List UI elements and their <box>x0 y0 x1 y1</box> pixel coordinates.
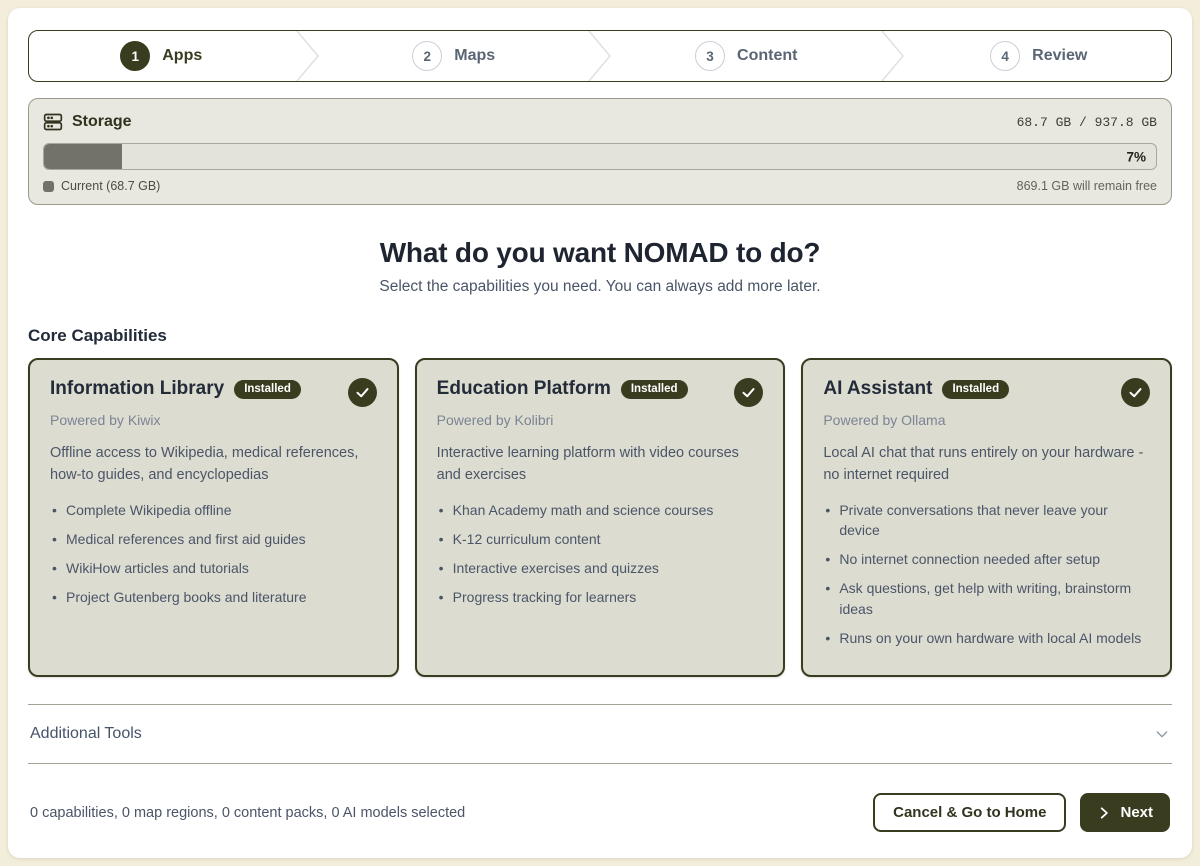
next-button-label: Next <box>1120 804 1153 821</box>
wizard-stepper: 1 Apps 2 Maps 3 Content 4 Review <box>28 30 1172 82</box>
storage-progress-bar: 7% <box>43 143 1157 170</box>
wizard-footer: 0 capabilities, 0 map regions, 0 content… <box>28 775 1172 842</box>
installed-badge: Installed <box>942 380 1009 399</box>
card-bullet: Private conversations that never leave y… <box>823 500 1150 541</box>
card-bullet: K-12 curriculum content <box>437 529 764 549</box>
step-content-number: 3 <box>695 41 725 71</box>
step-apps-number: 1 <box>120 41 150 71</box>
section-divider <box>28 763 1172 764</box>
card-ai-assistant[interactable]: AI Assistant Installed Powered by Ollama… <box>801 358 1172 677</box>
card-bullet: Runs on your own hardware with local AI … <box>823 628 1150 648</box>
check-icon <box>348 378 377 407</box>
setup-wizard-window: 1 Apps 2 Maps 3 Content 4 Review <box>8 8 1192 858</box>
step-content-label: Content <box>737 47 797 65</box>
selection-summary: 0 capabilities, 0 map regions, 0 content… <box>30 805 465 821</box>
card-title: Education Platform <box>437 378 611 400</box>
next-button[interactable]: Next <box>1080 793 1170 832</box>
cancel-button[interactable]: Cancel & Go to Home <box>873 793 1066 832</box>
storage-title: Storage <box>72 113 132 131</box>
storage-panel: Storage 68.7 GB / 937.8 GB 7% Current (6… <box>28 98 1172 205</box>
card-bullet: Medical references and first aid guides <box>50 529 377 549</box>
chevron-right-icon <box>1097 806 1111 820</box>
core-capabilities-heading: Core Capabilities <box>28 326 1172 346</box>
check-icon <box>1121 378 1150 407</box>
card-bullet: Khan Academy math and science courses <box>437 500 764 520</box>
cancel-button-label: Cancel & Go to Home <box>893 804 1046 821</box>
page-title: What do you want NOMAD to do? <box>28 237 1172 269</box>
installed-badge: Installed <box>234 380 301 399</box>
step-maps[interactable]: 2 Maps <box>322 31 587 81</box>
card-bullet: WikiHow articles and tutorials <box>50 558 377 578</box>
card-title: AI Assistant <box>823 378 932 400</box>
additional-tools-label: Additional Tools <box>30 725 142 743</box>
step-review-number: 4 <box>990 41 1020 71</box>
storage-remaining: 869.1 GB will remain free <box>1017 179 1157 193</box>
card-bullet: Interactive exercises and quizzes <box>437 558 764 578</box>
step-apps[interactable]: 1 Apps <box>29 31 294 81</box>
card-bullet: Ask questions, get help with writing, br… <box>823 578 1150 619</box>
legend-current-swatch <box>43 181 54 192</box>
card-description: Local AI chat that runs entirely on your… <box>823 443 1150 487</box>
chevron-separator-icon <box>879 31 907 81</box>
card-bullet: Project Gutenberg books and literature <box>50 587 377 607</box>
card-bullet: Progress tracking for learners <box>437 587 764 607</box>
step-review[interactable]: 4 Review <box>907 31 1172 81</box>
card-bullet: No internet connection needed after setu… <box>823 549 1150 569</box>
server-stack-icon <box>43 112 63 132</box>
storage-percent: 7% <box>1126 149 1146 164</box>
card-title: Information Library <box>50 378 224 400</box>
step-maps-number: 2 <box>412 41 442 71</box>
page-subtitle: Select the capabilities you need. You ca… <box>28 278 1172 296</box>
powered-by: Powered by Kiwix <box>50 412 377 428</box>
step-content[interactable]: 3 Content <box>614 31 879 81</box>
powered-by: Powered by Ollama <box>823 412 1150 428</box>
card-bullet: Complete Wikipedia offline <box>50 500 377 520</box>
chevron-separator-icon <box>294 31 322 81</box>
chevron-separator-icon <box>586 31 614 81</box>
step-maps-label: Maps <box>454 47 495 65</box>
card-information-library[interactable]: Information Library Installed Powered by… <box>28 358 399 677</box>
storage-progress-fill <box>44 144 122 169</box>
step-review-label: Review <box>1032 47 1087 65</box>
capability-cards: Information Library Installed Powered by… <box>28 358 1172 677</box>
step-apps-label: Apps <box>162 47 202 65</box>
powered-by: Powered by Kolibri <box>437 412 764 428</box>
check-icon <box>734 378 763 407</box>
installed-badge: Installed <box>621 380 688 399</box>
card-description: Offline access to Wikipedia, medical ref… <box>50 443 377 487</box>
chevron-down-icon <box>1154 726 1170 742</box>
storage-usage: 68.7 GB / 937.8 GB <box>1017 115 1157 130</box>
card-description: Interactive learning platform with video… <box>437 443 764 487</box>
card-education-platform[interactable]: Education Platform Installed Powered by … <box>415 358 786 677</box>
additional-tools-toggle[interactable]: Additional Tools <box>28 705 1172 763</box>
legend-current-label: Current (68.7 GB) <box>61 179 160 193</box>
